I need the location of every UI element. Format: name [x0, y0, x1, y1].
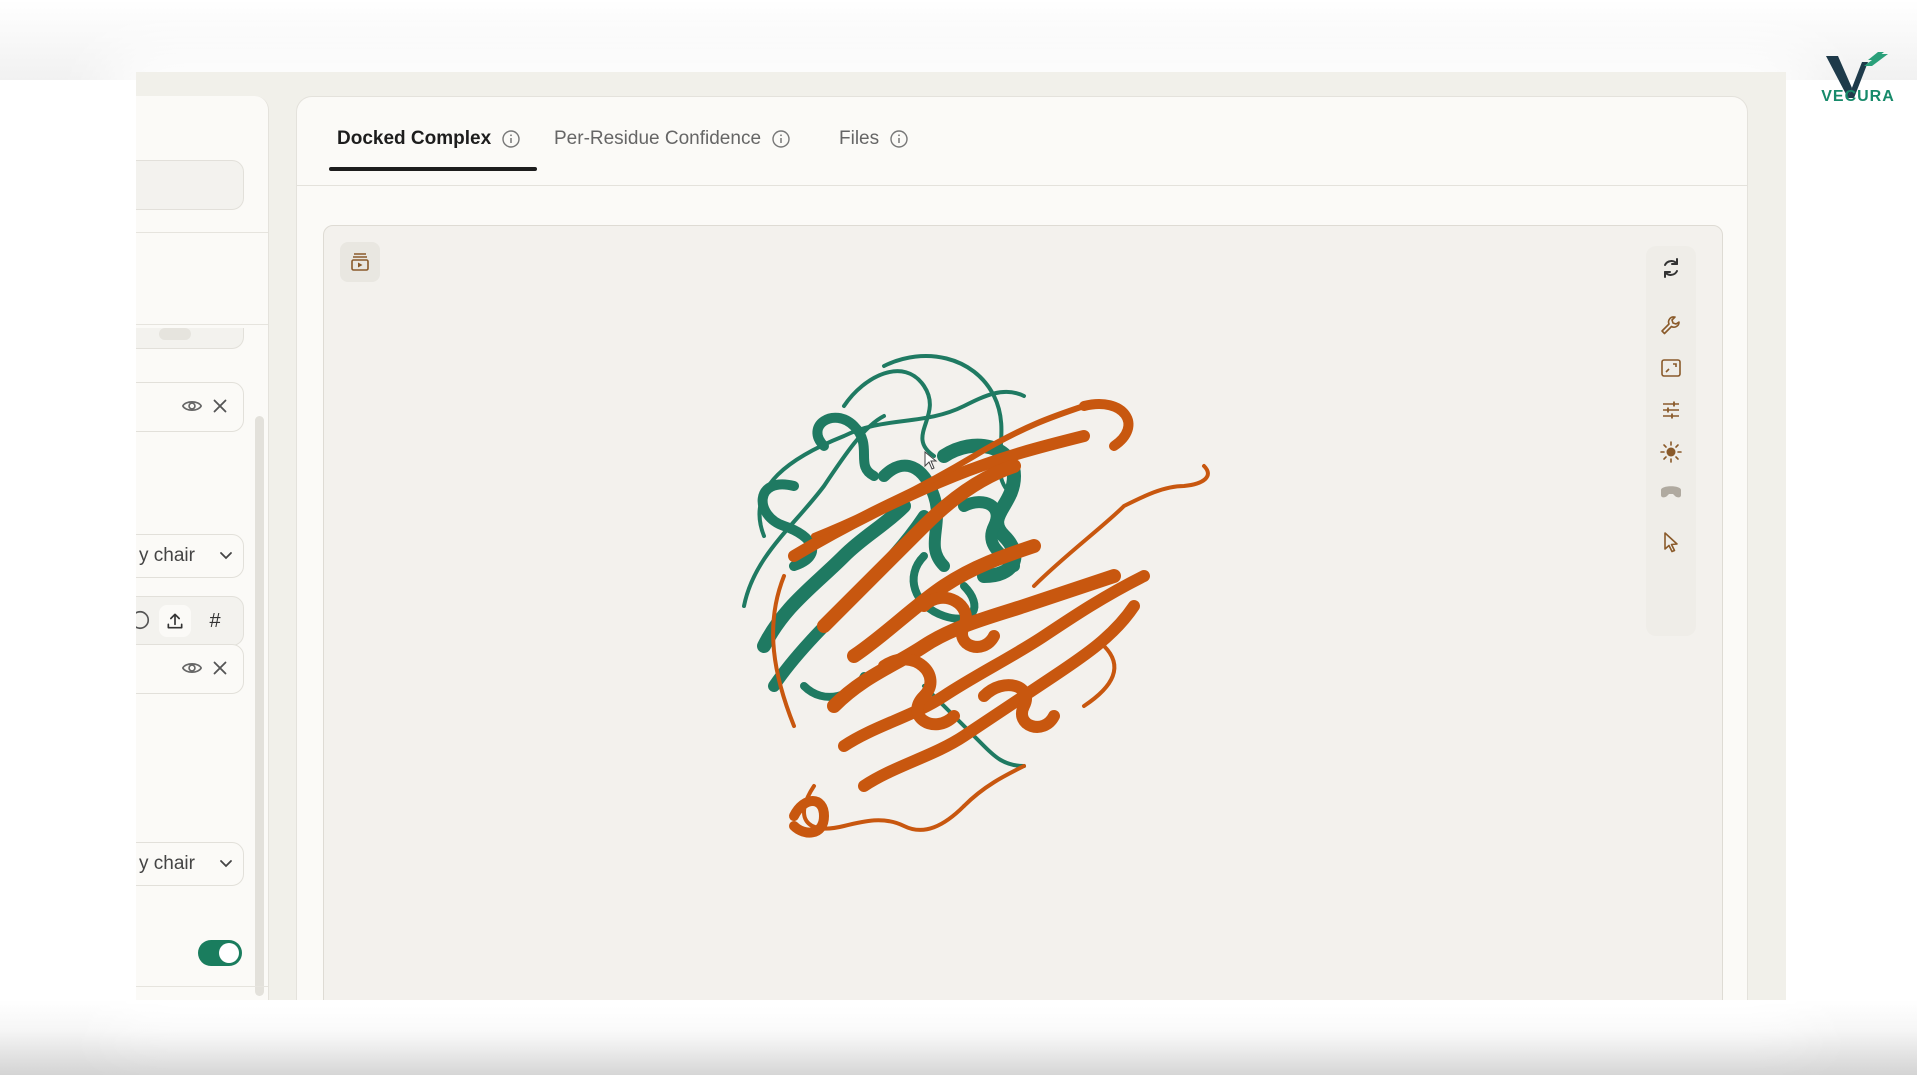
background-fade-bottom	[0, 1000, 1917, 1075]
info-icon[interactable]	[771, 129, 791, 149]
close-icon[interactable]	[209, 395, 231, 417]
style-select-2-value: y chair	[139, 853, 195, 874]
tab-docked-complex[interactable]: Docked Complex	[337, 123, 521, 155]
eye-icon[interactable]	[181, 657, 203, 679]
toggle-knob	[219, 943, 239, 963]
left-panel-divider	[136, 232, 268, 233]
numbering-button[interactable]: #	[199, 605, 231, 637]
visibility-toggle[interactable]	[198, 940, 242, 966]
chevron-down-icon	[220, 552, 232, 560]
chain-toolbar: #	[136, 596, 244, 646]
tab-per-residue-confidence-label: Per-Residue Confidence	[554, 128, 762, 149]
chain-row-1	[136, 382, 244, 432]
style-select-1-value: y chair	[139, 545, 195, 566]
tool-button[interactable]	[159, 328, 191, 340]
info-icon[interactable]	[889, 129, 909, 149]
search-input[interactable]	[136, 160, 244, 210]
close-icon[interactable]	[209, 657, 231, 679]
protein-complex-render[interactable]	[324, 226, 1722, 1000]
style-select-2[interactable]: y chair	[136, 842, 244, 886]
tab-files[interactable]: Files	[839, 123, 909, 155]
style-select-1[interactable]: y chair	[136, 534, 244, 578]
info-icon[interactable]	[501, 129, 521, 149]
molecule-viewer[interactable]	[323, 225, 1723, 1000]
tab-files-label: Files	[839, 128, 880, 149]
app-window: y chair # y chair Docked Complex Per-Res…	[136, 72, 1786, 1000]
chevron-down-icon	[220, 860, 232, 868]
chain-toolbar-partial	[136, 328, 244, 349]
tab-docked-complex-label: Docked Complex	[337, 128, 492, 149]
upload-icon	[167, 613, 183, 629]
active-tab-indicator	[329, 167, 537, 171]
left-panel-scrollbar[interactable]	[255, 416, 264, 996]
left-panel-divider	[136, 986, 268, 987]
tab-bar: Docked Complex Per-Residue Confidence Fi…	[297, 97, 1747, 186]
vecura-logo	[1826, 52, 1888, 98]
main-panel: Docked Complex Per-Residue Confidence Fi…	[296, 96, 1748, 1000]
eye-icon[interactable]	[181, 395, 203, 417]
left-panel-divider	[136, 324, 268, 325]
vecura-logo-text: VECURA	[1821, 88, 1895, 105]
background-fade-top	[0, 0, 1917, 80]
upload-button[interactable]	[159, 605, 191, 637]
tab-per-residue-confidence[interactable]: Per-Residue Confidence	[554, 123, 791, 155]
chain-row-2	[136, 644, 244, 694]
left-panel: y chair # y chair	[136, 96, 269, 1000]
info-icon[interactable]	[136, 609, 151, 631]
